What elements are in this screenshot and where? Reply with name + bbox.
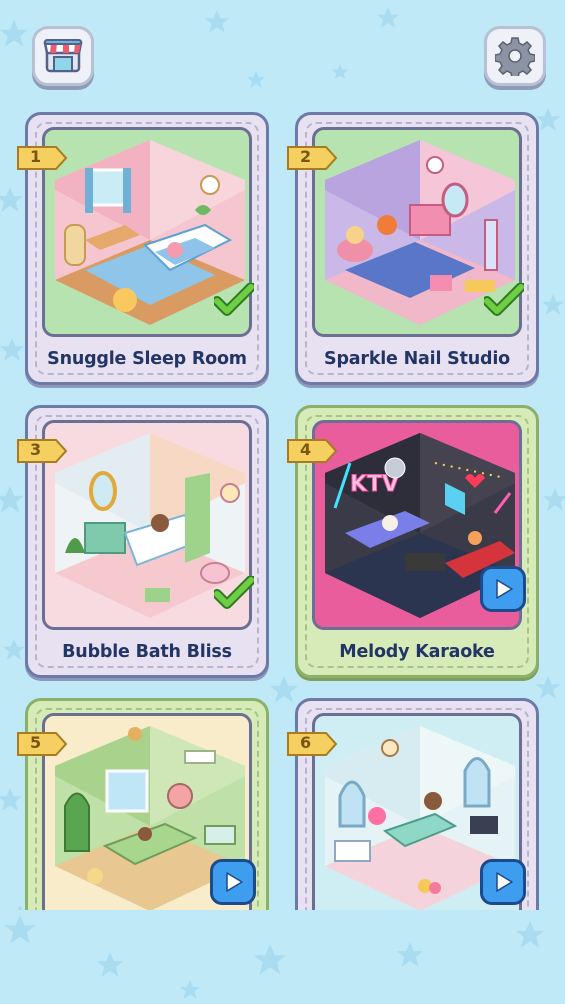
level-card-2[interactable]: 2 Sparkle Nail Studio (287, 112, 539, 385)
level-number-badge: 4 (286, 438, 338, 464)
play-icon (496, 872, 513, 892)
gear-icon (495, 37, 535, 76)
level-number-badge: 2 (286, 145, 338, 171)
level-number-badge: 3 (16, 438, 68, 464)
background-stars-bottom (5, 915, 544, 999)
level-number-badge: 1 (16, 145, 68, 171)
checkmark-icon (484, 283, 524, 316)
play-icon (226, 872, 243, 892)
level-card-1[interactable]: 1 Snuggle Sleep Room (17, 112, 269, 385)
level-title: Bubble Bath Bliss (62, 642, 232, 662)
play-icon (496, 579, 513, 599)
checkmark-icon (214, 283, 254, 316)
level-card-4[interactable]: KTV 4 Melody Karaoke (287, 405, 539, 678)
level-title: Snuggle Sleep Room (47, 349, 247, 369)
level-title: Sparkle Nail Studio (324, 349, 510, 369)
level-number-badge: 5 (16, 731, 68, 757)
settings-button[interactable] (484, 26, 546, 86)
level-title: Melody Karaoke (339, 642, 495, 662)
watch-video-button[interactable] (210, 859, 256, 905)
watch-video-button[interactable] (480, 859, 526, 905)
checkmark-icon (214, 576, 254, 609)
shop-button[interactable] (32, 26, 94, 86)
level-card-3[interactable]: 3 Bubble Bath Bliss (17, 405, 269, 678)
shop-icon (43, 39, 83, 73)
watch-video-button[interactable] (480, 566, 526, 612)
level-number-badge: 6 (286, 731, 338, 757)
